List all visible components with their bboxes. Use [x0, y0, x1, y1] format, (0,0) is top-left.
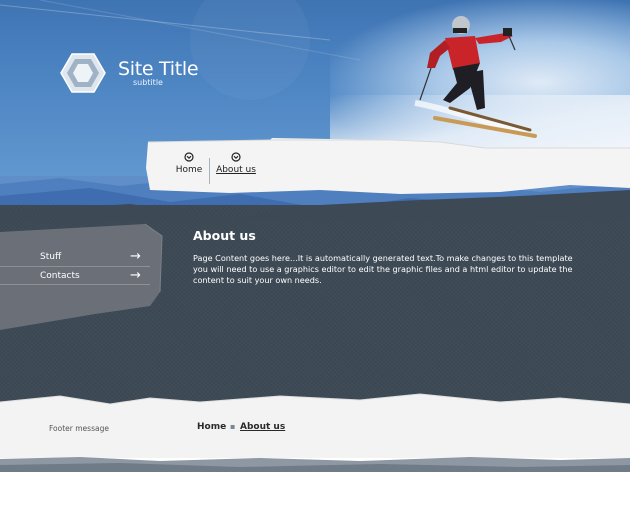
sidebar-item-label[interactable]: Stuff [40, 252, 61, 262]
content-top-edge [0, 190, 630, 220]
nav-item-label[interactable]: Home [176, 165, 203, 175]
chevron-down-circle-icon [231, 152, 241, 162]
breadcrumb-home[interactable]: Home [197, 422, 226, 432]
site-subtitle: subtitle [133, 78, 163, 87]
sidebar-item-label[interactable]: Contacts [40, 271, 80, 281]
breadcrumb-separator: ▪ [230, 422, 236, 431]
skier-image [414, 16, 537, 138]
nav-divider [209, 158, 210, 184]
logo-hexagon-icon [60, 53, 106, 93]
breadcrumb-current[interactable]: About us [240, 422, 285, 432]
arrow-right-icon[interactable]: → [130, 268, 141, 283]
footer-message: Footer message [49, 424, 109, 433]
nav-item-about[interactable]: About us [216, 152, 256, 175]
site-title: Site Title [118, 58, 199, 80]
footer-base-strip [0, 457, 630, 472]
chevron-down-circle-icon [184, 152, 194, 162]
arrow-right-icon[interactable]: → [130, 249, 141, 264]
page-heading: About us [193, 228, 256, 243]
nav-item-label[interactable]: About us [216, 165, 256, 175]
page-content: Page Content goes here...It is automatic… [193, 253, 573, 285]
nav-item-home[interactable]: Home [175, 152, 203, 175]
sidebar-item-stuff[interactable]: Stuff → [0, 248, 150, 268]
sidebar-divider [0, 284, 150, 285]
nav-strip [146, 138, 630, 194]
page: Site Title subtitle Home About us Stuff … [0, 0, 630, 520]
